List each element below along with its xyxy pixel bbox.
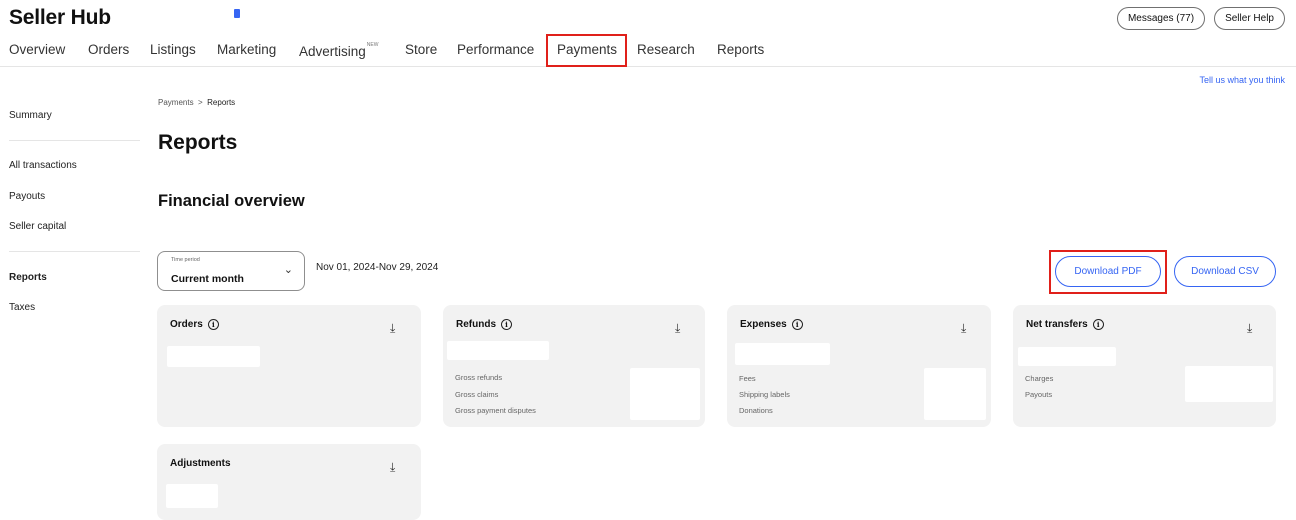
info-icon[interactable]: i xyxy=(1092,319,1104,330)
payments-highlight-box xyxy=(546,34,627,67)
net-transfers-detail: Charges xyxy=(1025,374,1054,383)
store-icon xyxy=(234,9,240,18)
adjustments-value-redacted xyxy=(166,484,218,508)
breadcrumb: Payments > Reports xyxy=(158,98,235,107)
refunds-detail: Gross payment disputes xyxy=(455,406,536,415)
sidebar-divider xyxy=(9,251,140,252)
section-title: Financial overview xyxy=(158,192,305,210)
net-transfers-amounts-redacted xyxy=(1185,366,1273,402)
refunds-card: Refunds i ⤓ Gross refunds Gross claims G… xyxy=(443,305,705,427)
nav-item-advertising-label: Advertising xyxy=(299,44,366,59)
nav-item-advertising[interactable]: AdvertisingNEW xyxy=(299,42,378,59)
app-title[interactable]: Seller Hub xyxy=(9,6,111,30)
feedback-link[interactable]: Tell us what you think xyxy=(1199,75,1285,85)
nav-item-research[interactable]: Research xyxy=(637,42,695,57)
net-transfers-value-redacted xyxy=(1018,347,1116,366)
refunds-detail: Gross refunds xyxy=(455,373,503,382)
sidebar-divider xyxy=(9,140,140,141)
refunds-value-redacted xyxy=(447,341,549,360)
top-actions: Messages (77) Seller Help xyxy=(1116,7,1285,30)
expenses-detail: Donations xyxy=(739,406,773,415)
orders-card: Orders i ⤓ xyxy=(157,305,421,427)
nav-item-performance[interactable]: Performance xyxy=(457,42,534,57)
nav-item-orders[interactable]: Orders xyxy=(88,42,129,57)
time-period-select[interactable]: Time period Current month ⌄ xyxy=(157,251,305,291)
sidebar-item-payouts[interactable]: Payouts xyxy=(9,191,45,202)
net-transfers-card-title: Net transfers i xyxy=(1026,319,1104,330)
seller-help-button[interactable]: Seller Help xyxy=(1214,7,1285,30)
new-badge: NEW xyxy=(366,42,379,48)
net-transfers-detail: Payouts xyxy=(1025,390,1053,399)
expenses-detail: Fees xyxy=(739,374,756,383)
nav-item-listings[interactable]: Listings xyxy=(150,42,196,57)
refunds-title-label: Refunds xyxy=(456,319,496,330)
download-csv-button[interactable]: Download CSV xyxy=(1174,256,1276,287)
net-transfers-title-label: Net transfers xyxy=(1026,319,1088,330)
nav-item-reports[interactable]: Reports xyxy=(717,42,764,57)
sidebar-item-reports[interactable]: Reports xyxy=(9,272,47,283)
download-icon[interactable]: ⤓ xyxy=(390,461,395,473)
orders-card-title: Orders i xyxy=(170,319,219,330)
expenses-amounts-redacted xyxy=(924,368,986,420)
expenses-card: Expenses i ⤓ Fees Shipping labels Donati… xyxy=(727,305,991,427)
expenses-detail: Shipping labels xyxy=(739,390,790,399)
page-title: Reports xyxy=(158,131,238,154)
orders-value-redacted xyxy=(167,346,260,367)
nav-item-store[interactable]: Store xyxy=(405,42,437,57)
messages-button[interactable]: Messages (77) xyxy=(1116,7,1206,30)
time-period-label: Time period xyxy=(171,257,200,263)
download-icon[interactable]: ⤓ xyxy=(675,322,680,334)
sidebar-item-summary[interactable]: Summary xyxy=(9,110,52,121)
info-icon[interactable]: i xyxy=(791,319,803,330)
adjustments-card: Adjustments ⤓ xyxy=(157,444,421,520)
sidebar-item-all-transactions[interactable]: All transactions xyxy=(9,160,77,171)
expenses-value-redacted xyxy=(735,343,830,365)
adjustments-card-title: Adjustments xyxy=(170,458,231,469)
breadcrumb-parent[interactable]: Payments xyxy=(158,98,194,107)
info-icon[interactable]: i xyxy=(501,319,512,330)
download-icon[interactable]: ⤓ xyxy=(1247,322,1252,334)
breadcrumb-current: Reports xyxy=(207,98,236,107)
info-icon[interactable]: i xyxy=(207,319,219,330)
sidebar-item-taxes[interactable]: Taxes xyxy=(9,302,35,313)
adjustments-title-label: Adjustments xyxy=(170,458,231,469)
refunds-detail: Gross claims xyxy=(455,390,499,399)
refunds-amounts-redacted xyxy=(630,368,700,420)
breadcrumb-separator: > xyxy=(198,98,203,107)
download-icon[interactable]: ⤓ xyxy=(390,322,395,334)
chevron-down-icon: ⌄ xyxy=(283,264,293,276)
orders-title-label: Orders xyxy=(170,319,203,330)
nav-item-overview[interactable]: Overview xyxy=(9,42,65,57)
net-transfers-card: Net transfers i ⤓ Charges Payouts xyxy=(1013,305,1276,427)
download-pdf-highlight-box xyxy=(1049,250,1167,294)
expenses-card-title: Expenses i xyxy=(740,319,803,330)
download-icon[interactable]: ⤓ xyxy=(961,322,966,334)
expenses-title-label: Expenses xyxy=(740,319,787,330)
refunds-card-title: Refunds i xyxy=(456,319,512,330)
main-nav: Overview Orders Listings Marketing Adver… xyxy=(0,34,1296,67)
time-period-value: Current month xyxy=(171,273,244,285)
sidebar-item-seller-capital[interactable]: Seller capital xyxy=(9,221,66,232)
date-range: Nov 01, 2024-Nov 29, 2024 xyxy=(316,262,439,273)
nav-item-marketing[interactable]: Marketing xyxy=(217,42,276,57)
